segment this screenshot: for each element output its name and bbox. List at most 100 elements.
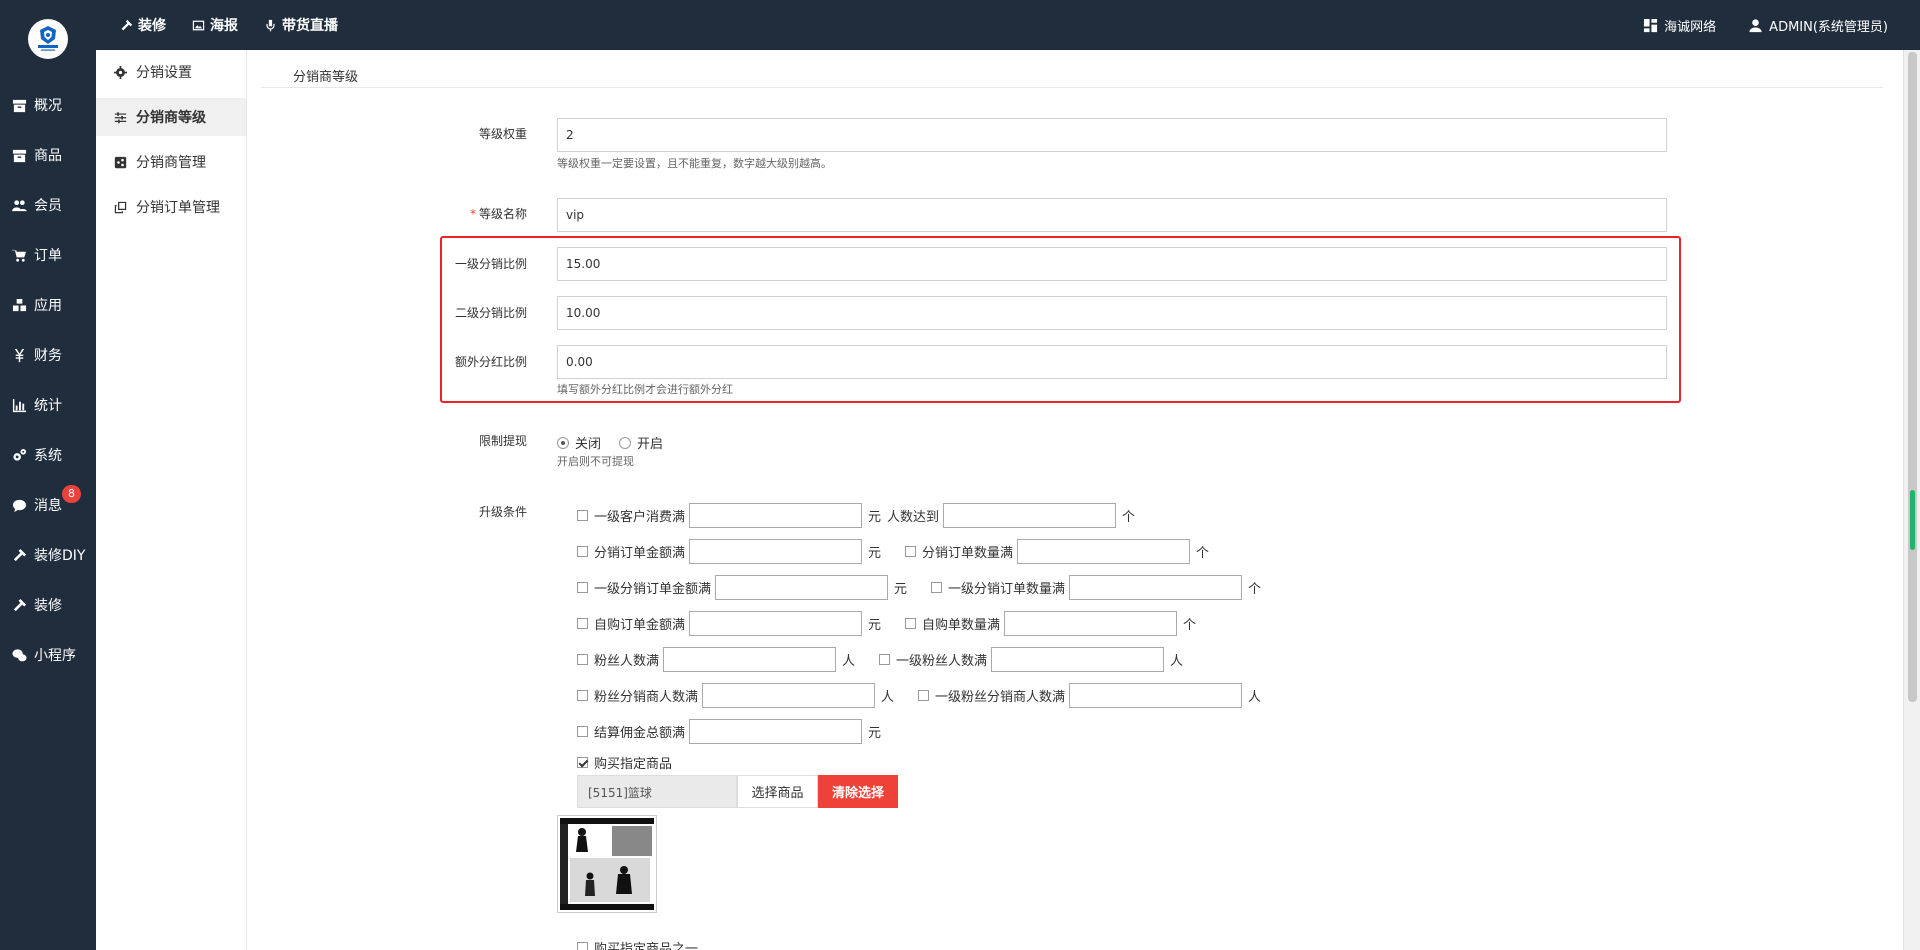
limit-on-radio[interactable] [619, 436, 632, 449]
selected-goods-field[interactable]: [5151]篮球 [577, 775, 737, 808]
weight-input[interactable] [557, 118, 1667, 152]
cond-label: 购买指定商品 [594, 757, 673, 772]
level-name-input[interactable] [557, 198, 1667, 232]
goods-image [560, 818, 654, 910]
subnav-item-settings[interactable]: 分销设置 [96, 53, 246, 91]
cond-self-amount-input[interactable] [689, 611, 863, 636]
limit-off-label: 关闭 [575, 437, 602, 452]
sidebar-item-label: 装修 [34, 598, 62, 614]
sidebar-item-decorate[interactable]: 装修 [0, 585, 96, 625]
level2-label: 二级分销比例 [407, 304, 527, 321]
archive-icon [12, 99, 27, 112]
subnav-item-orders[interactable]: 分销订单管理 [96, 188, 246, 226]
sidebar-item-overview[interactable]: 概况 [0, 85, 96, 125]
cond-l1-order-count-input[interactable] [1069, 575, 1243, 600]
cond-label: 自购单数量满 [922, 618, 1001, 633]
topnav-live[interactable]: 带货直播 [264, 15, 338, 35]
subnav-item-manage[interactable]: 分销商管理 [96, 143, 246, 181]
cond-buy-any-goods-checkbox[interactable] [577, 942, 588, 950]
cond-customer-spend-input[interactable] [689, 503, 863, 528]
topnav-poster-label: 海报 [210, 18, 238, 34]
wechat-icon [12, 648, 27, 661]
condition-row-3: 一级分销订单金额满 元 一级分销订单数量满 个 [577, 575, 1285, 600]
subnav-item-label: 分销设置 [136, 65, 192, 81]
sidebar-item-members[interactable]: 会员 [0, 185, 96, 225]
sidebar-item-goods[interactable]: 商品 [0, 135, 96, 175]
cart-icon [12, 249, 27, 262]
subnav-item-label: 分销商等级 [136, 110, 206, 126]
level2-ratio-input[interactable] [557, 296, 1667, 330]
cond-fan-dist-checkbox[interactable] [577, 690, 588, 701]
cond-l1-fans-input[interactable] [991, 647, 1165, 672]
company-link[interactable]: 海诚网络 [1643, 16, 1716, 35]
cond-l1-fan-dist-input[interactable] [1069, 683, 1243, 708]
name-label: * 等级名称 [407, 205, 527, 222]
cond-label: 人数达到 [887, 510, 940, 525]
sidebar-item-orders[interactable]: 订单 [0, 235, 96, 275]
image-icon [192, 20, 205, 30]
subnav-item-level[interactable]: 分销商等级 [96, 98, 246, 136]
cond-l1-order-count-checkbox[interactable] [931, 582, 943, 593]
cond-label: 结算佣金总额满 [594, 726, 686, 741]
scrollbar-thumb[interactable] [1908, 52, 1917, 702]
cond-customer-count-input[interactable] [943, 503, 1117, 528]
cond-commission-checkbox[interactable] [577, 726, 588, 737]
condition-row-2: 分销订单金额满 元 分销订单数量满 个 [577, 539, 1233, 564]
limit-label-text: 限制提现 [478, 434, 527, 448]
topnav-decorate[interactable]: 装修 [120, 15, 166, 35]
sidebar-item-stats[interactable]: 统计 [0, 385, 96, 425]
limit-off-radio[interactable] [557, 436, 569, 449]
level1-ratio-input[interactable] [557, 247, 1667, 281]
cond-unit: 元 [868, 546, 882, 561]
bonus-ratio-input[interactable] [557, 345, 1667, 379]
cond-order-count-checkbox[interactable] [905, 546, 917, 557]
sidebar-item-miniprogram[interactable]: 小程序 [0, 635, 96, 675]
select-goods-button[interactable]: 选择商品 [737, 775, 818, 808]
cubes-icon [12, 298, 27, 311]
cond-fans-input[interactable] [663, 647, 837, 672]
cond-l1-order-amount-input[interactable] [715, 575, 889, 600]
page-scrollbar[interactable] [1903, 50, 1920, 950]
cond-self-count-input[interactable] [1004, 611, 1178, 636]
main-content: 分销商等级 等级权重 等级权重一定要设置，且不能重复，数字越大级别越高。 *等级… [247, 50, 1897, 950]
bonus-label: 额外分红比例 [407, 353, 527, 370]
cond-label: 分销订单数量满 [922, 546, 1014, 561]
cond-customer-spend-checkbox[interactable] [577, 510, 588, 521]
cond-l1-fan-dist-checkbox[interactable] [918, 690, 930, 701]
cond-self-count-checkbox[interactable] [905, 618, 917, 629]
cond-label: 粉丝人数满 [594, 654, 660, 669]
clear-selection-button[interactable]: 清除选择 [818, 775, 898, 808]
cond-fan-dist-input[interactable] [702, 683, 876, 708]
cond-unit: 元 [894, 582, 908, 597]
cond-unit: 元 [868, 726, 882, 741]
cond-fans-checkbox[interactable] [577, 654, 588, 665]
top-nav: 装修 海报 带货直播 [120, 0, 338, 50]
microphone-icon [266, 19, 275, 31]
cond-order-count-input[interactable] [1017, 539, 1191, 564]
cond-commission-input[interactable] [689, 719, 863, 744]
cond-l1-fans-checkbox[interactable] [879, 654, 891, 665]
sidebar-item-label: 应用 [34, 298, 62, 314]
user-menu[interactable]: ADMIN(系统管理员) [1748, 16, 1888, 35]
limit-on-label: 开启 [637, 437, 664, 452]
cond-order-amount-input[interactable] [689, 539, 863, 564]
cond-buy-goods-checkbox[interactable] [577, 757, 588, 768]
limit-on-option[interactable]: 开启 [619, 433, 663, 452]
sidebar-item-messages[interactable]: 消息 8 [0, 485, 96, 525]
goods-thumbnail [557, 815, 657, 913]
cond-label: 自购订单金额满 [594, 618, 686, 633]
limit-off-option[interactable]: 关闭 [557, 433, 601, 452]
cond-l1-order-amount-checkbox[interactable] [577, 582, 588, 593]
sidebar-item-decorate-diy[interactable]: 装修DIY [0, 535, 96, 575]
cond-order-amount-checkbox[interactable] [577, 546, 588, 557]
subnav-item-label: 分销订单管理 [136, 200, 220, 216]
limit-label: 限制提现 [407, 432, 527, 449]
logo[interactable] [28, 19, 68, 59]
sidebar-item-apps[interactable]: 应用 [0, 285, 96, 325]
sidebar-item-finance[interactable]: 财务 [0, 335, 96, 375]
topnav-poster[interactable]: 海报 [192, 15, 238, 35]
cond-label: 一级粉丝人数满 [896, 654, 988, 669]
cond-self-amount-checkbox[interactable] [577, 618, 588, 629]
section-header: 分销商等级 [261, 64, 1883, 88]
sidebar-item-system[interactable]: 系统 [0, 435, 96, 475]
